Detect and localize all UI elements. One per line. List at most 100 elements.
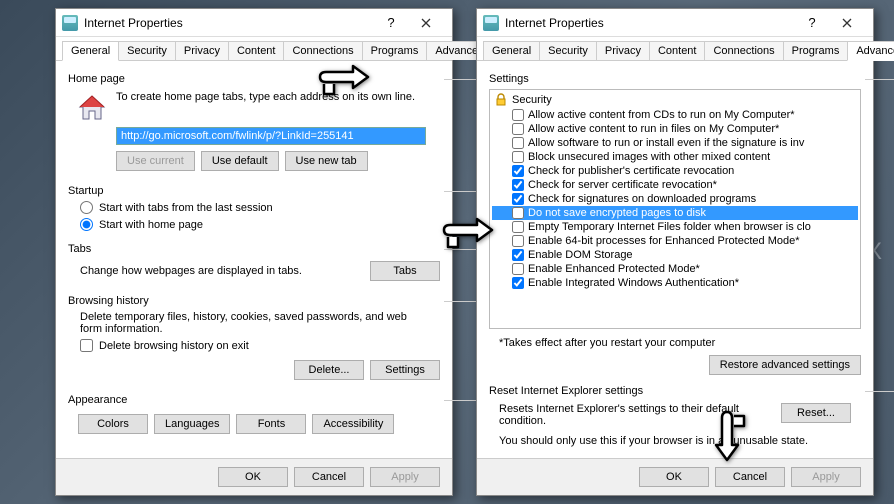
- reset-label: Reset Internet Explorer settings: [489, 385, 861, 397]
- setting-item[interactable]: Check for signatures on downloaded progr…: [492, 192, 858, 206]
- use-default-button[interactable]: Use default: [201, 151, 279, 171]
- dialog-buttons: OK Cancel Apply: [477, 458, 873, 495]
- home-icon: [76, 91, 108, 123]
- restart-note: *Takes effect after you restart your com…: [489, 333, 861, 353]
- advanced-settings-tree[interactable]: Security Allow active content from CDs t…: [489, 89, 861, 329]
- delete-on-exit-label: Delete browsing history on exit: [99, 340, 249, 352]
- setting-checkbox[interactable]: [512, 193, 524, 205]
- security-tree-node[interactable]: Security: [492, 92, 858, 108]
- tab-strip: General Security Privacy Content Connect…: [56, 37, 452, 61]
- setting-checkbox[interactable]: [512, 249, 524, 261]
- tabs-label: Tabs: [68, 243, 440, 255]
- tab-security[interactable]: Security: [539, 41, 597, 60]
- setting-label: Empty Temporary Internet Files folder wh…: [528, 221, 811, 233]
- cursor-hand-icon: [442, 205, 502, 258]
- tab-security[interactable]: Security: [118, 41, 176, 60]
- advanced-tab-content: Settings Security Allow active content f…: [477, 61, 873, 459]
- history-desc: Delete temporary files, history, cookies…: [68, 309, 440, 337]
- setting-label: Enable Integrated Windows Authentication…: [528, 277, 739, 289]
- setting-checkbox[interactable]: [512, 109, 524, 121]
- setting-item[interactable]: Check for publisher's certificate revoca…: [492, 164, 858, 178]
- close-button[interactable]: [406, 11, 446, 35]
- startup-label: Startup: [68, 185, 440, 197]
- close-icon: [421, 18, 431, 28]
- startup-last-session[interactable]: Start with tabs from the last session: [68, 199, 440, 216]
- languages-button[interactable]: Languages: [154, 414, 230, 434]
- reset-button[interactable]: Reset...: [781, 403, 851, 423]
- setting-checkbox[interactable]: [512, 221, 524, 233]
- setting-checkbox[interactable]: [512, 137, 524, 149]
- accessibility-button[interactable]: Accessibility: [312, 414, 394, 434]
- tab-privacy[interactable]: Privacy: [175, 41, 229, 60]
- home-page-group: Home page To create home page tabs, type…: [68, 69, 440, 175]
- setting-label: Allow active content to run in files on …: [528, 123, 779, 135]
- ok-button[interactable]: OK: [218, 467, 288, 487]
- startup-group: Startup Start with tabs from the last se…: [68, 181, 440, 233]
- setting-item[interactable]: Do not save encrypted pages to disk: [492, 206, 858, 220]
- setting-label: Enable Enhanced Protected Mode*: [528, 263, 700, 275]
- internet-properties-dialog-general: Internet Properties ? General Security P…: [55, 8, 453, 496]
- setting-item[interactable]: Enable DOM Storage: [492, 248, 858, 262]
- setting-checkbox[interactable]: [512, 235, 524, 247]
- setting-item[interactable]: Enable Integrated Windows Authentication…: [492, 276, 858, 290]
- ok-button[interactable]: OK: [639, 467, 709, 487]
- titlebar[interactable]: Internet Properties ?: [56, 9, 452, 37]
- history-settings-button[interactable]: Settings: [370, 360, 440, 380]
- setting-item[interactable]: Enable 64-bit processes for Enhanced Pro…: [492, 234, 858, 248]
- tab-advanced[interactable]: Advanced: [847, 41, 894, 61]
- history-label: Browsing history: [68, 295, 440, 307]
- help-button[interactable]: ?: [797, 15, 827, 30]
- apply-button[interactable]: Apply: [370, 467, 440, 487]
- tab-general[interactable]: General: [62, 41, 119, 61]
- browsing-history-group: Browsing history Delete temporary files,…: [68, 291, 440, 384]
- use-current-button[interactable]: Use current: [116, 151, 195, 171]
- tab-connections[interactable]: Connections: [704, 41, 783, 60]
- tabs-settings-button[interactable]: Tabs: [370, 261, 440, 281]
- appearance-label: Appearance: [68, 394, 440, 406]
- tabs-group: Tabs Change how webpages are displayed i…: [68, 239, 440, 285]
- setting-label: Check for publisher's certificate revoca…: [528, 165, 734, 177]
- setting-item[interactable]: Allow software to run or install even if…: [492, 136, 858, 150]
- setting-item[interactable]: Allow active content to run in files on …: [492, 122, 858, 136]
- setting-label: Enable DOM Storage: [528, 249, 633, 261]
- internet-properties-dialog-advanced: Internet Properties ? General Security P…: [476, 8, 874, 496]
- setting-item[interactable]: Allow active content from CDs to run on …: [492, 108, 858, 122]
- fonts-button[interactable]: Fonts: [236, 414, 306, 434]
- setting-checkbox[interactable]: [512, 277, 524, 289]
- setting-checkbox[interactable]: [512, 179, 524, 191]
- tab-strip: General Security Privacy Content Connect…: [477, 37, 873, 61]
- setting-label: Enable 64-bit processes for Enhanced Pro…: [528, 235, 800, 247]
- delete-on-exit-check[interactable]: Delete browsing history on exit: [68, 337, 440, 354]
- close-icon: [842, 18, 852, 28]
- setting-label: Check for server certificate revocation*: [528, 179, 717, 191]
- tab-privacy[interactable]: Privacy: [596, 41, 650, 60]
- restore-advanced-button[interactable]: Restore advanced settings: [709, 355, 861, 375]
- tab-content[interactable]: Content: [228, 41, 285, 60]
- setting-item[interactable]: Empty Temporary Internet Files folder wh…: [492, 220, 858, 234]
- apply-button[interactable]: Apply: [791, 467, 861, 487]
- help-button[interactable]: ?: [376, 15, 406, 30]
- setting-checkbox[interactable]: [512, 207, 524, 219]
- setting-checkbox[interactable]: [512, 165, 524, 177]
- setting-item[interactable]: Check for server certificate revocation*: [492, 178, 858, 192]
- tab-general[interactable]: General: [483, 41, 540, 60]
- titlebar[interactable]: Internet Properties ?: [477, 9, 873, 37]
- security-node-label: Security: [512, 94, 552, 106]
- setting-item[interactable]: Block unsecured images with other mixed …: [492, 150, 858, 164]
- setting-item[interactable]: Enable Enhanced Protected Mode*: [492, 262, 858, 276]
- colors-button[interactable]: Colors: [78, 414, 148, 434]
- cancel-button[interactable]: Cancel: [294, 467, 364, 487]
- tab-programs[interactable]: Programs: [783, 41, 849, 60]
- setting-checkbox[interactable]: [512, 151, 524, 163]
- tab-content[interactable]: Content: [649, 41, 706, 60]
- dialog-buttons: OK Cancel Apply: [56, 458, 452, 495]
- setting-checkbox[interactable]: [512, 263, 524, 275]
- use-new-tab-button[interactable]: Use new tab: [285, 151, 368, 171]
- cursor-hand-icon: [700, 410, 755, 473]
- close-button[interactable]: [827, 11, 867, 35]
- setting-checkbox[interactable]: [512, 123, 524, 135]
- home-url-input[interactable]: [116, 127, 426, 145]
- startup-home-page[interactable]: Start with home page: [68, 216, 440, 233]
- startup-last-label: Start with tabs from the last session: [99, 202, 273, 214]
- delete-history-button[interactable]: Delete...: [294, 360, 364, 380]
